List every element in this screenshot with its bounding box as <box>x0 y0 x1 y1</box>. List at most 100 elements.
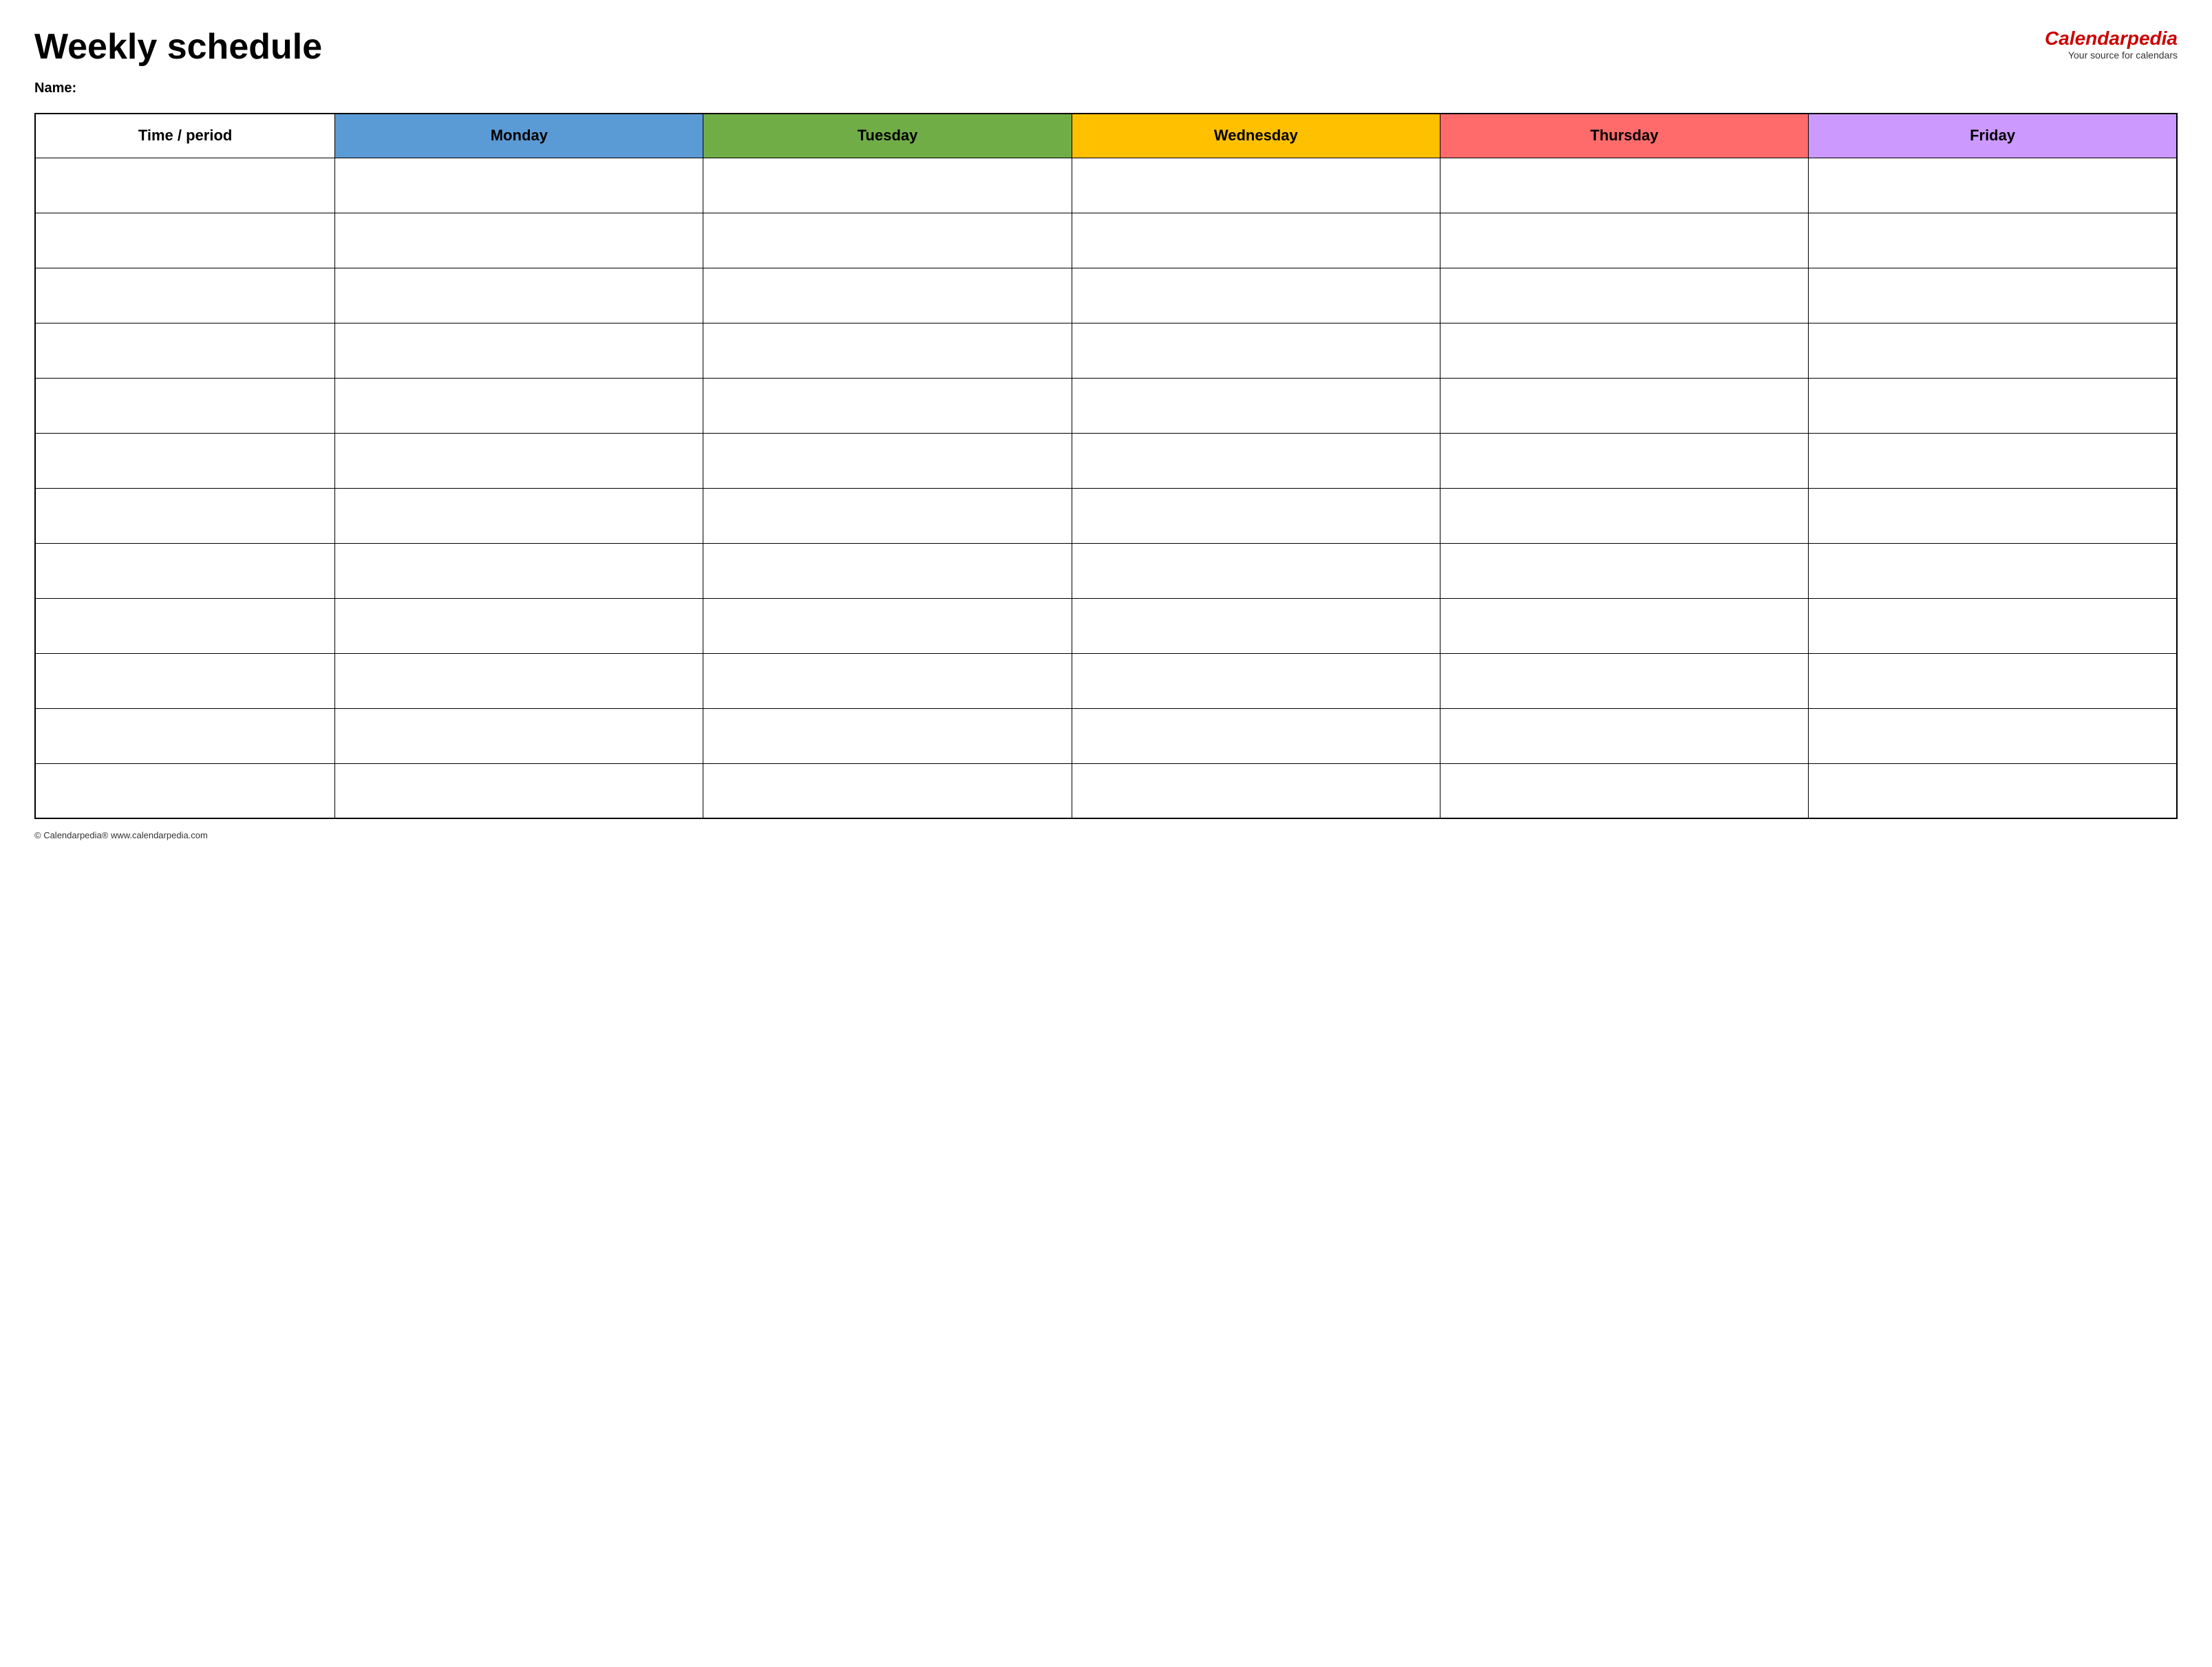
table-row <box>35 708 2177 763</box>
table-row <box>35 543 2177 598</box>
cell-row7-friday[interactable] <box>1809 543 2177 598</box>
cell-row3-thursday[interactable] <box>1440 323 1808 378</box>
cell-row10-time[interactable] <box>35 708 335 763</box>
cell-row4-friday[interactable] <box>1809 378 2177 433</box>
logo-suffix: pedia <box>2127 28 2178 49</box>
cell-row0-wednesday[interactable] <box>1072 158 1440 213</box>
cell-row1-tuesday[interactable] <box>703 213 1072 268</box>
cell-row2-thursday[interactable] <box>1440 268 1808 323</box>
cell-row8-thursday[interactable] <box>1440 598 1808 653</box>
schedule-table: Time / period Monday Tuesday Wednesday T… <box>34 113 2178 819</box>
cell-row9-monday[interactable] <box>335 653 703 708</box>
cell-row0-thursday[interactable] <box>1440 158 1808 213</box>
col-header-wednesday: Wednesday <box>1072 114 1440 158</box>
cell-row7-tuesday[interactable] <box>703 543 1072 598</box>
cell-row9-tuesday[interactable] <box>703 653 1072 708</box>
cell-row11-tuesday[interactable] <box>703 763 1072 818</box>
cell-row8-wednesday[interactable] <box>1072 598 1440 653</box>
cell-row4-time[interactable] <box>35 378 335 433</box>
cell-row10-monday[interactable] <box>335 708 703 763</box>
table-row <box>35 433 2177 488</box>
name-row: Name: <box>34 81 2178 96</box>
table-row <box>35 213 2177 268</box>
table-row <box>35 323 2177 378</box>
cell-row8-friday[interactable] <box>1809 598 2177 653</box>
cell-row7-monday[interactable] <box>335 543 703 598</box>
cell-row4-tuesday[interactable] <box>703 378 1072 433</box>
cell-row9-thursday[interactable] <box>1440 653 1808 708</box>
cell-row9-friday[interactable] <box>1809 653 2177 708</box>
table-row <box>35 268 2177 323</box>
cell-row1-friday[interactable] <box>1809 213 2177 268</box>
logo: Calendarpedia Your source for calendars <box>2045 28 2178 61</box>
cell-row2-tuesday[interactable] <box>703 268 1072 323</box>
logo-tagline: Your source for calendars <box>2045 50 2178 61</box>
cell-row6-thursday[interactable] <box>1440 488 1808 543</box>
table-row <box>35 378 2177 433</box>
cell-row10-tuesday[interactable] <box>703 708 1072 763</box>
cell-row9-wednesday[interactable] <box>1072 653 1440 708</box>
cell-row9-time[interactable] <box>35 653 335 708</box>
cell-row1-monday[interactable] <box>335 213 703 268</box>
cell-row2-monday[interactable] <box>335 268 703 323</box>
cell-row11-thursday[interactable] <box>1440 763 1808 818</box>
cell-row6-tuesday[interactable] <box>703 488 1072 543</box>
cell-row7-time[interactable] <box>35 543 335 598</box>
cell-row1-time[interactable] <box>35 213 335 268</box>
page-header: Weekly schedule Calendarpedia Your sourc… <box>34 28 2178 67</box>
cell-row0-tuesday[interactable] <box>703 158 1072 213</box>
table-row <box>35 488 2177 543</box>
cell-row11-friday[interactable] <box>1809 763 2177 818</box>
cell-row6-monday[interactable] <box>335 488 703 543</box>
cell-row11-monday[interactable] <box>335 763 703 818</box>
cell-row4-thursday[interactable] <box>1440 378 1808 433</box>
cell-row1-thursday[interactable] <box>1440 213 1808 268</box>
col-header-time: Time / period <box>35 114 335 158</box>
cell-row0-monday[interactable] <box>335 158 703 213</box>
cell-row8-time[interactable] <box>35 598 335 653</box>
cell-row8-tuesday[interactable] <box>703 598 1072 653</box>
cell-row5-thursday[interactable] <box>1440 433 1808 488</box>
cell-row6-wednesday[interactable] <box>1072 488 1440 543</box>
cell-row2-wednesday[interactable] <box>1072 268 1440 323</box>
table-row <box>35 763 2177 818</box>
cell-row6-time[interactable] <box>35 488 335 543</box>
footer: © Calendarpedia® www.calendarpedia.com <box>34 830 2178 840</box>
cell-row8-monday[interactable] <box>335 598 703 653</box>
cell-row4-wednesday[interactable] <box>1072 378 1440 433</box>
cell-row5-wednesday[interactable] <box>1072 433 1440 488</box>
cell-row0-friday[interactable] <box>1809 158 2177 213</box>
cell-row4-monday[interactable] <box>335 378 703 433</box>
cell-row3-monday[interactable] <box>335 323 703 378</box>
logo-text: Calendarpedia <box>2045 28 2178 50</box>
cell-row10-wednesday[interactable] <box>1072 708 1440 763</box>
name-label: Name: <box>34 81 76 96</box>
cell-row11-time[interactable] <box>35 763 335 818</box>
cell-row5-monday[interactable] <box>335 433 703 488</box>
cell-row5-tuesday[interactable] <box>703 433 1072 488</box>
cell-row11-wednesday[interactable] <box>1072 763 1440 818</box>
table-row <box>35 598 2177 653</box>
cell-row0-time[interactable] <box>35 158 335 213</box>
table-row <box>35 653 2177 708</box>
cell-row3-wednesday[interactable] <box>1072 323 1440 378</box>
cell-row5-time[interactable] <box>35 433 335 488</box>
cell-row5-friday[interactable] <box>1809 433 2177 488</box>
cell-row3-friday[interactable] <box>1809 323 2177 378</box>
cell-row6-friday[interactable] <box>1809 488 2177 543</box>
cell-row1-wednesday[interactable] <box>1072 213 1440 268</box>
cell-row3-time[interactable] <box>35 323 335 378</box>
cell-row7-wednesday[interactable] <box>1072 543 1440 598</box>
table-row <box>35 158 2177 213</box>
col-header-friday: Friday <box>1809 114 2177 158</box>
cell-row7-thursday[interactable] <box>1440 543 1808 598</box>
cell-row2-time[interactable] <box>35 268 335 323</box>
cell-row2-friday[interactable] <box>1809 268 2177 323</box>
cell-row10-thursday[interactable] <box>1440 708 1808 763</box>
col-header-tuesday: Tuesday <box>703 114 1072 158</box>
cell-row10-friday[interactable] <box>1809 708 2177 763</box>
header-row: Time / period Monday Tuesday Wednesday T… <box>35 114 2177 158</box>
col-header-monday: Monday <box>335 114 703 158</box>
logo-prefix: Calendar <box>2045 28 2127 49</box>
cell-row3-tuesday[interactable] <box>703 323 1072 378</box>
